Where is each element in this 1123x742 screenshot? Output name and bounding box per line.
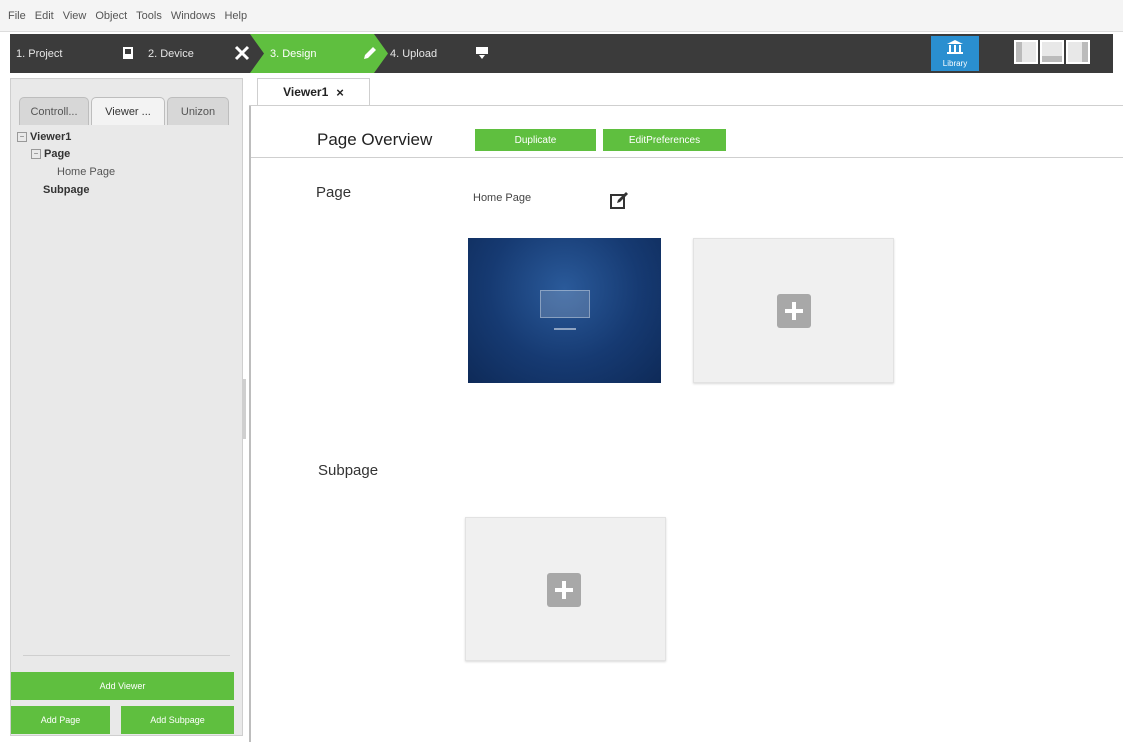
menu-tools[interactable]: Tools <box>136 10 162 22</box>
layout-left-icon <box>1016 42 1022 62</box>
tab-viewer[interactable]: Viewer ... <box>91 97 165 125</box>
duplicate-button[interactable]: Duplicate <box>475 129 596 151</box>
step-design-label: 3. Design <box>270 47 317 60</box>
add-subpage-card[interactable] <box>465 517 666 661</box>
close-icon[interactable]: × <box>336 85 344 100</box>
device-icon <box>118 43 138 63</box>
step-upload-label: 4. Upload <box>390 47 438 60</box>
collapse-icon[interactable]: − <box>17 132 27 142</box>
edit-icon[interactable] <box>608 190 630 212</box>
tree-item-page[interactable]: − Page <box>31 148 70 160</box>
add-page-button[interactable]: Add Page <box>11 706 110 734</box>
edit-preferences-button[interactable]: EditPreferences <box>603 129 726 151</box>
step-device[interactable]: 2. Device <box>142 34 232 73</box>
pencil-icon <box>360 43 380 63</box>
tree-item-page-label: Page <box>44 148 71 160</box>
step-project-label: 1. Project <box>16 47 63 60</box>
header-divider <box>251 157 1123 158</box>
layout-bottom-icon <box>1042 56 1062 62</box>
plus-icon <box>777 294 811 328</box>
plus-icon <box>547 573 581 607</box>
layout-bottom-panel-button[interactable] <box>1040 40 1064 64</box>
home-page-name: Home Page <box>473 192 532 204</box>
panel-divider <box>23 655 230 656</box>
tree-item-subpage[interactable]: Subpage <box>43 184 89 196</box>
menu-file[interactable]: File <box>8 10 26 22</box>
left-panel-tabs: Controll... Viewer ... Unizon <box>11 97 242 125</box>
page-section-label: Page <box>316 184 352 201</box>
library-label: Library <box>942 59 968 68</box>
menu-windows[interactable]: Windows <box>171 10 216 22</box>
home-page-thumbnail[interactable] <box>468 238 661 383</box>
add-viewer-button[interactable]: Add Viewer <box>11 672 234 700</box>
thumbnail-dialog-preview <box>540 290 590 318</box>
subpage-section-label: Subpage <box>318 462 379 479</box>
page-title: Page Overview <box>317 130 433 149</box>
thumbnail-text-preview <box>554 328 576 330</box>
tree-item-home-page[interactable]: Home Page <box>57 166 115 178</box>
tree-item-viewer1[interactable]: − Viewer1 <box>17 131 71 143</box>
page-overview-workspace <box>249 106 1123 742</box>
tab-viewer1-label: Viewer1 <box>283 85 329 99</box>
upload-icon <box>472 43 492 63</box>
step-upload[interactable]: 4. Upload <box>384 34 474 73</box>
add-page-card[interactable] <box>693 238 894 383</box>
tools-icon <box>232 43 252 63</box>
tree-item-viewer1-label: Viewer1 <box>30 131 72 143</box>
wizard-toolbar: 1. Project 2. Device 3. Design 4. Upload… <box>10 34 1113 73</box>
layout-right-panel-button[interactable] <box>1066 40 1090 64</box>
tab-controllers[interactable]: Controll... <box>19 97 89 125</box>
layout-left-panel-button[interactable] <box>1014 40 1038 64</box>
tree-item-home-page-label: Home Page <box>57 166 116 178</box>
collapse-icon[interactable]: − <box>31 149 41 159</box>
add-subpage-button[interactable]: Add Subpage <box>121 706 234 734</box>
tab-unizon[interactable]: Unizon <box>167 97 229 125</box>
library-icon <box>946 39 964 59</box>
panel-splitter-grip[interactable] <box>242 379 246 439</box>
menu-object[interactable]: Object <box>95 10 127 22</box>
step-project[interactable]: 1. Project <box>10 34 110 73</box>
tab-viewer1[interactable]: Viewer1 × <box>257 78 370 105</box>
step-device-label: 2. Device <box>148 47 194 60</box>
left-panel: Controll... Viewer ... Unizon − Viewer1 … <box>10 78 246 736</box>
library-button[interactable]: Library <box>931 36 979 71</box>
menu-bar: File Edit View Object Tools Windows Help <box>0 0 1123 32</box>
menu-edit[interactable]: Edit <box>35 10 54 22</box>
layout-right-icon <box>1082 42 1088 62</box>
menu-view[interactable]: View <box>63 10 87 22</box>
menu-help[interactable]: Help <box>224 10 247 22</box>
tree-item-subpage-label: Subpage <box>43 184 90 196</box>
